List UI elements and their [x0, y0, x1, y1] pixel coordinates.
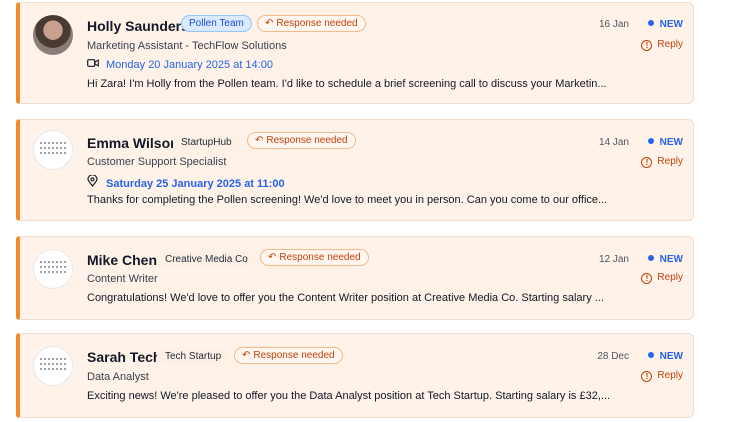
message-preview: Hi Zara! I'm Holly from the Pollen team.…	[87, 78, 607, 90]
response-needed-badge: ↶ Response needed	[257, 15, 366, 32]
new-label: NEW	[659, 254, 683, 265]
response-needed-label: Response needed	[253, 350, 335, 361]
company-badge: Tech Startup	[157, 348, 230, 365]
avatar	[33, 130, 73, 170]
response-needed-badge: ↶ Response needed	[247, 132, 356, 149]
job-role: Data Analyst	[87, 371, 149, 383]
reply-arrow-icon: ↶	[242, 350, 251, 361]
sender-name: Mike Chen	[87, 252, 158, 268]
message-preview: Thanks for completing the Pollen screeni…	[87, 194, 608, 206]
avatar	[33, 15, 73, 55]
event-datetime-label: Monday 20 January 2025 at 14:00	[106, 59, 273, 71]
company-badge: Creative Media Co	[157, 251, 256, 268]
reply-arrow-icon: ↶	[268, 252, 277, 263]
company-logo-icon	[40, 142, 68, 157]
reply-label: Reply	[657, 156, 683, 167]
reply-button[interactable]: ! Reply	[641, 272, 683, 284]
response-needed-label: Response needed	[276, 18, 358, 29]
avatar	[33, 249, 73, 289]
company-logo-icon	[40, 358, 68, 373]
event-datetime-label: Saturday 25 January 2025 at 11:00	[106, 178, 285, 190]
company-logo-icon	[40, 261, 68, 276]
response-needed-badge: ↶ Response needed	[260, 249, 369, 266]
reply-label: Reply	[657, 39, 683, 50]
message-card[interactable]: Sarah Tech Tech Startup ↶ Response needed…	[16, 333, 694, 418]
new-indicator: NEW	[647, 19, 683, 30]
response-needed-badge: ↶ Response needed	[234, 347, 343, 364]
new-dot-icon	[647, 255, 654, 261]
reply-label: Reply	[657, 272, 683, 283]
event-datetime[interactable]: Monday 20 January 2025 at 14:00	[87, 58, 273, 71]
new-dot-icon	[647, 138, 654, 144]
new-indicator: NEW	[647, 137, 683, 148]
message-card[interactable]: Emma Wilson StartupHub ↶ Response needed …	[16, 119, 694, 221]
reply-button[interactable]: ! Reply	[641, 156, 683, 168]
message-date: 14 Jan	[598, 137, 629, 148]
new-label: NEW	[659, 351, 683, 362]
job-role: Customer Support Specialist	[87, 156, 227, 168]
message-card[interactable]: Mike Chen Creative Media Co ↶ Response ne…	[16, 236, 694, 320]
job-role: Marketing Assistant - TechFlow Solutions	[87, 40, 287, 52]
location-pin-icon	[87, 174, 101, 190]
message-date: 28 Dec	[597, 351, 629, 362]
sender-name: Emma Wilson	[87, 135, 179, 151]
message-date: 16 Jan	[598, 19, 629, 30]
job-role: Content Writer	[87, 273, 158, 285]
avatar	[33, 346, 73, 386]
message-preview: Exciting news! We're pleased to offer yo…	[87, 390, 611, 402]
alert-circle-icon: !	[641, 157, 653, 168]
new-indicator: NEW	[647, 254, 683, 265]
message-list: Holly Saunders Pollen Team ↶ Response nee…	[0, 0, 754, 422]
new-dot-icon	[647, 20, 654, 26]
new-dot-icon	[647, 352, 654, 358]
company-badge: StartupHub	[173, 134, 240, 151]
new-label: NEW	[659, 19, 683, 30]
new-label: NEW	[659, 137, 683, 148]
response-needed-label: Response needed	[266, 135, 348, 146]
reply-label: Reply	[657, 370, 683, 381]
new-indicator: NEW	[647, 351, 683, 362]
video-icon	[87, 58, 101, 71]
event-datetime[interactable]: Saturday 25 January 2025 at 11:00	[87, 174, 285, 190]
sender-name: Sarah Tech	[87, 349, 162, 365]
alert-circle-icon: !	[641, 273, 653, 284]
company-badge: Pollen Team	[181, 15, 252, 32]
alert-circle-icon: !	[641, 40, 653, 51]
reply-button[interactable]: ! Reply	[641, 370, 683, 382]
reply-button[interactable]: ! Reply	[641, 39, 683, 51]
reply-arrow-icon: ↶	[255, 135, 264, 146]
message-preview: Congratulations! We'd love to offer you …	[87, 292, 604, 304]
response-needed-label: Response needed	[279, 252, 361, 263]
alert-circle-icon: !	[641, 371, 653, 382]
message-date: 12 Jan	[598, 254, 629, 265]
reply-arrow-icon: ↶	[265, 18, 274, 29]
sender-name: Holly Saunders	[87, 18, 189, 34]
message-card[interactable]: Holly Saunders Pollen Team ↶ Response nee…	[16, 2, 694, 104]
